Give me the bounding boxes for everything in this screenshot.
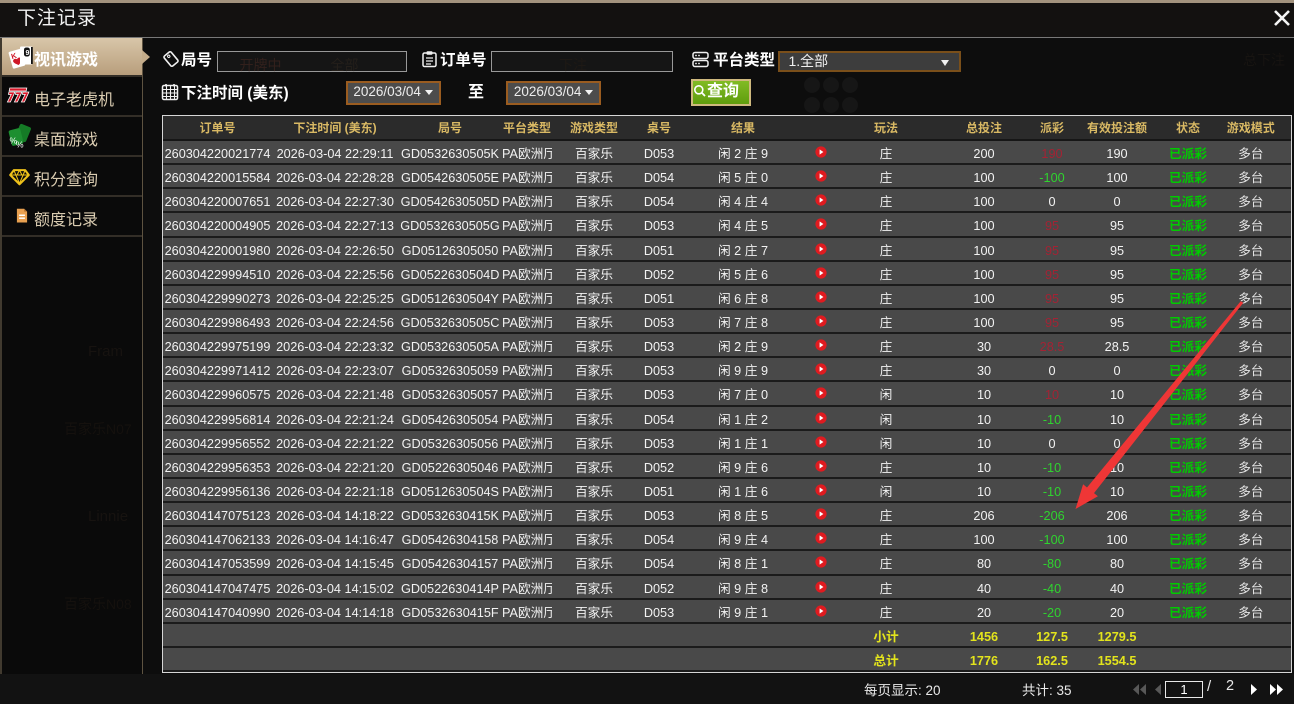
svg-text:9: 9 bbox=[26, 50, 30, 57]
svg-text:%: % bbox=[16, 140, 24, 150]
